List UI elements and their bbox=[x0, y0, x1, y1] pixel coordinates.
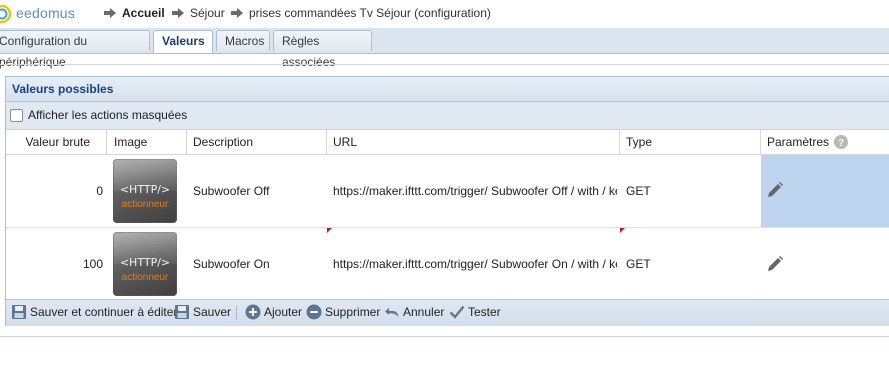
table-row[interactable]: 100 <HTTP/> actionneur Subwoofer On http… bbox=[6, 228, 889, 301]
svg-text:?: ? bbox=[838, 138, 844, 149]
cancel-button[interactable]: Annuler bbox=[384, 304, 444, 320]
delete-button[interactable]: Supprimer bbox=[306, 304, 380, 320]
column-header-type[interactable]: Type bbox=[620, 130, 761, 155]
column-header-description[interactable]: Description bbox=[187, 130, 327, 155]
breadcrumb-label: Séjour bbox=[190, 6, 225, 20]
minus-circle-icon bbox=[306, 304, 322, 320]
breadcrumb-label: prises commandées Tv Séjour (configurati… bbox=[249, 6, 491, 20]
save-continue-button[interactable]: Sauver et continuer à éditer bbox=[11, 304, 177, 320]
breadcrumb-label: Accueil bbox=[122, 6, 165, 20]
show-masked-label: Afficher les actions masquées bbox=[28, 108, 188, 122]
cancel-label: Annuler bbox=[403, 305, 445, 319]
description-cell: Subwoofer On bbox=[193, 257, 270, 271]
divider bbox=[0, 64, 889, 65]
modified-marker bbox=[620, 228, 625, 233]
tab-bar: Configuration du périphérique Valeurs Ma… bbox=[0, 28, 889, 69]
delete-label: Supprimer bbox=[325, 305, 381, 319]
url-cell: https://maker.ifttt.com/trigger/ Subwoof… bbox=[333, 257, 617, 271]
undo-arrow-icon bbox=[385, 308, 399, 317]
values-panel: Valeurs possibles Afficher les actions m… bbox=[5, 76, 889, 326]
arrow-right-icon bbox=[104, 8, 116, 18]
panel-title: Valeurs possibles bbox=[6, 77, 889, 102]
column-header-raw-value[interactable]: Valeur brute bbox=[6, 130, 107, 155]
checkmark-icon bbox=[449, 305, 465, 319]
top-header: eedomus Accueil Séjour prises commandées… bbox=[0, 0, 889, 28]
show-masked-checkbox[interactable] bbox=[10, 108, 23, 122]
breadcrumb-device[interactable]: prises commandées Tv Séjour (configurati… bbox=[231, 6, 491, 20]
breadcrumb-room[interactable]: Séjour bbox=[172, 6, 225, 20]
image-text: <HTTP/> bbox=[119, 256, 171, 269]
tab-associated-rules[interactable]: Règles associées bbox=[273, 30, 372, 69]
params-header-label: Paramètres bbox=[767, 135, 830, 149]
add-label: Ajouter bbox=[264, 305, 303, 319]
save-label: Sauver bbox=[193, 305, 232, 319]
column-header-params[interactable]: Paramètres ? bbox=[761, 130, 889, 155]
brand-name[interactable]: eedomus bbox=[16, 5, 75, 21]
arrow-right-icon bbox=[231, 8, 243, 18]
toolbar-separator bbox=[236, 306, 237, 320]
description-cell: Subwoofer Off bbox=[193, 184, 270, 198]
tab-macros[interactable]: Macros bbox=[216, 30, 270, 51]
table-row[interactable]: 0 <HTTP/> actionneur Subwoofer Off https… bbox=[6, 155, 889, 228]
save-button[interactable]: Sauver bbox=[174, 304, 231, 320]
grid-toolbar: Sauver et continuer à éditer Sauver Ajou… bbox=[6, 299, 889, 326]
tab-device-configuration[interactable]: Configuration du périphérique bbox=[0, 30, 150, 69]
arrow-right-icon bbox=[172, 8, 184, 18]
image-subtext: actionneur bbox=[121, 199, 169, 210]
image-subtext: actionneur bbox=[121, 272, 169, 283]
url-cell: https://maker.ifttt.com/trigger/ Subwoof… bbox=[333, 184, 617, 198]
floppy-disk-icon bbox=[12, 305, 26, 319]
plus-circle-icon bbox=[245, 304, 261, 320]
column-header-image[interactable]: Image bbox=[107, 130, 187, 155]
tab-values[interactable]: Valeurs bbox=[153, 30, 213, 53]
http-actuator-image: <HTTP/> actionneur bbox=[113, 159, 177, 223]
edit-pencil-icon[interactable] bbox=[766, 181, 784, 199]
edit-pencil-icon[interactable] bbox=[766, 255, 784, 273]
image-text: <HTTP/> bbox=[119, 183, 171, 196]
eedomus-logo-icon bbox=[0, 4, 12, 24]
modified-marker bbox=[327, 228, 332, 233]
type-cell: GET bbox=[626, 257, 651, 271]
http-actuator-image: <HTTP/> actionneur bbox=[113, 232, 177, 296]
column-header-url[interactable]: URL bbox=[327, 130, 620, 155]
breadcrumb-home[interactable]: Accueil bbox=[104, 6, 165, 20]
divider bbox=[0, 336, 889, 337]
raw-value-cell: 100 bbox=[82, 257, 103, 271]
show-masked-actions[interactable]: Afficher les actions masquées bbox=[10, 108, 187, 122]
floppy-disk-icon bbox=[175, 305, 189, 319]
add-button[interactable]: Ajouter bbox=[245, 304, 302, 320]
help-icon[interactable]: ? bbox=[834, 135, 849, 149]
test-button[interactable]: Tester bbox=[449, 304, 501, 320]
save-continue-label: Sauver et continuer à éditer bbox=[30, 305, 178, 319]
type-cell: GET bbox=[626, 184, 651, 198]
values-grid: Valeur brute Image Description URL Type … bbox=[6, 129, 889, 301]
raw-value-cell: 0 bbox=[96, 184, 103, 198]
test-label: Tester bbox=[468, 305, 501, 319]
